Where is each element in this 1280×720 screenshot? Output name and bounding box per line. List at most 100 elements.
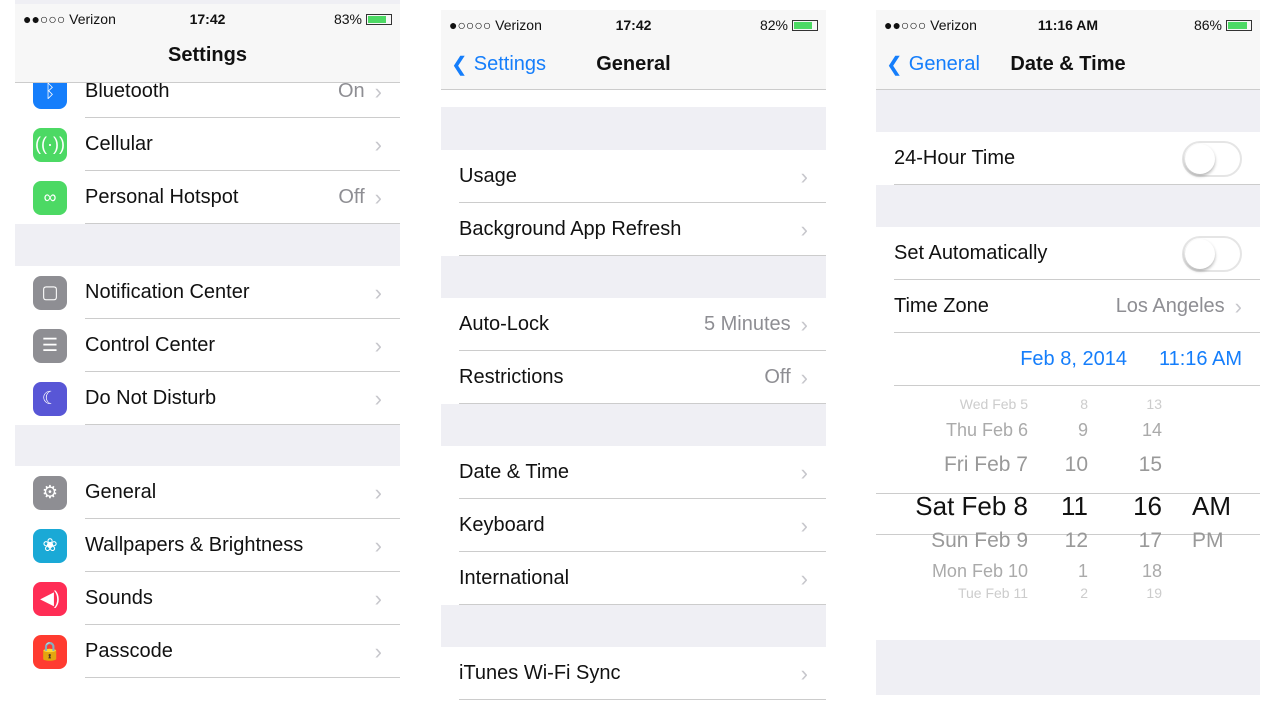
settings-screen: ᛒ Bluetooth On › ((·)) Cellular › ∞ Personal Hot… — [15, 0, 400, 695]
item-label: Sounds — [85, 587, 153, 609]
chevron-right-icon: › — [374, 479, 382, 505]
item-label: Do Not Disturb — [85, 387, 217, 409]
picker-ampm[interactable]: AM — [1192, 491, 1231, 522]
item-label: Set Automatically — [894, 242, 1048, 264]
settings-item-wallpapers-brightness[interactable]: ❀ Wallpapers & Brightness › — [15, 519, 400, 572]
date-time-display[interactable]: Feb 8, 2014 11:16 AM — [876, 333, 1260, 386]
item-value: On — [337, 80, 365, 102]
lock-icon: 🔒 — [33, 634, 67, 669]
general-item-date-time[interactable]: Date & Time › — [441, 446, 826, 499]
item-label: General — [85, 481, 157, 503]
set-automatically-toggle[interactable] — [1182, 235, 1242, 272]
item-label: Background App Refresh — [459, 218, 682, 240]
picker-hour[interactable]: 2 — [1080, 585, 1088, 601]
item-label: Time Zone — [894, 295, 989, 317]
settings-item-control-center[interactable]: ☰ Control Center › — [15, 319, 400, 372]
battery-percent: 82% — [759, 17, 788, 33]
chevron-right-icon: › — [374, 585, 382, 611]
chevron-right-icon: › — [800, 565, 808, 591]
chevron-right-icon: › — [374, 279, 382, 305]
cellular-icon: ((·)) — [33, 127, 67, 162]
notification-icon: ▢ — [33, 275, 67, 310]
general-item-restrictions[interactable]: Restrictions Off › — [441, 351, 826, 404]
general-item-usage[interactable]: Usage › — [441, 150, 826, 203]
nav-bar: Settings — [15, 28, 400, 83]
date-picker[interactable]: Wed Feb 5 8 13 Thu Feb 6 9 14 Fri Feb 7 10 15 Sat… — [876, 386, 1260, 640]
gear-icon: ⚙ — [33, 475, 67, 510]
settings-item-cellular[interactable]: ((·)) Cellular › — [15, 118, 400, 171]
24-hour-time-toggle[interactable] — [1182, 140, 1242, 177]
wallpaper-icon: ❀ — [33, 528, 67, 563]
item-label: 24-Hour Time — [894, 147, 1016, 169]
item-label: International — [459, 567, 570, 589]
picker-minute[interactable]: 19 — [1146, 585, 1162, 601]
item-label: Notification Center — [85, 281, 250, 303]
back-button[interactable]: ❮ Settings — [451, 52, 546, 77]
picker-minute[interactable]: 14 — [1142, 420, 1162, 441]
picker-minute[interactable]: 18 — [1142, 561, 1162, 582]
picker-minute[interactable]: 17 — [1139, 529, 1162, 553]
general-item-keyboard[interactable]: Keyboard › — [441, 499, 826, 552]
24-hour-time[interactable]: 24-Hour Time — [876, 132, 1260, 185]
settings-item-personal-hotspot[interactable]: ∞ Personal Hotspot Off › — [15, 171, 400, 224]
general-item-itunes-wi-fi-sync[interactable]: iTunes Wi-Fi Sync › — [441, 647, 826, 700]
picker-minute[interactable]: 16 — [1133, 491, 1162, 522]
picker-minute[interactable]: 15 — [1139, 453, 1162, 477]
item-label: iTunes Wi-Fi Sync — [459, 662, 621, 684]
general-item-international[interactable]: International › — [441, 552, 826, 605]
picker-hour[interactable]: 1 — [1078, 561, 1088, 582]
status-bar: ●○○○○ Verizon 17:42 82% — [441, 10, 826, 40]
item-value: Off — [764, 366, 791, 388]
picker-hour[interactable]: 8 — [1080, 396, 1088, 412]
chevron-right-icon: › — [800, 660, 808, 686]
picker-minute[interactable]: 13 — [1146, 396, 1162, 412]
control-center-icon: ☰ — [33, 328, 67, 363]
settings-item-sounds[interactable]: ◀) Sounds › — [15, 572, 400, 625]
selected-date: Feb 8, 2014 — [1020, 348, 1127, 370]
page-title: General — [596, 53, 671, 75]
item-label: Control Center — [85, 334, 216, 356]
chevron-right-icon: › — [800, 163, 808, 189]
item-label: Usage — [459, 165, 517, 187]
general-screen: Usage › Background App Refresh › Auto-Lock 5 … — [441, 10, 826, 700]
picker-ampm[interactable]: PM — [1192, 529, 1224, 553]
battery-icon — [1226, 19, 1252, 31]
settings-item-notification-center[interactable]: ▢ Notification Center › — [15, 266, 400, 319]
set-automatically[interactable]: Set Automatically — [876, 227, 1260, 280]
settings-item-passcode[interactable]: 🔒 Passcode › — [15, 625, 400, 678]
picker-day[interactable]: Fri Feb 7 — [944, 453, 1028, 477]
settings-item-do-not-disturb[interactable]: ☾ Do Not Disturb › — [15, 372, 400, 425]
hotspot-icon: ∞ — [33, 180, 67, 215]
chevron-left-icon: ❮ — [886, 54, 903, 76]
page-title: Settings — [168, 43, 247, 66]
battery-icon — [366, 13, 392, 25]
battery-percent: 83% — [333, 11, 362, 27]
battery-percent: 86% — [1193, 17, 1222, 33]
picker-hour[interactable]: 9 — [1078, 420, 1088, 441]
chevron-right-icon: › — [800, 311, 808, 337]
item-label: Wallpapers & Brightness — [85, 534, 304, 556]
chevron-right-icon: › — [374, 332, 382, 358]
chevron-right-icon: › — [374, 385, 382, 411]
back-button[interactable]: ❮ General — [886, 52, 980, 77]
general-item-background-app-refresh[interactable]: Background App Refresh › — [441, 203, 826, 256]
battery-icon — [792, 19, 818, 31]
chevron-right-icon: › — [800, 459, 808, 485]
nav-bar: ❮ Settings General — [441, 40, 826, 90]
picker-hour[interactable]: 10 — [1065, 453, 1088, 477]
picker-hour[interactable]: 12 — [1065, 529, 1088, 553]
general-item-auto-lock[interactable]: Auto-Lock 5 Minutes › — [441, 298, 826, 351]
picker-day[interactable]: Tue Feb 11 — [958, 585, 1028, 601]
picker-hour[interactable]: 11 — [1061, 491, 1088, 522]
picker-day[interactable]: Sat Feb 8 — [915, 491, 1028, 522]
picker-day[interactable]: Mon Feb 10 — [932, 561, 1028, 582]
picker-day[interactable]: Sun Feb 9 — [931, 529, 1028, 553]
chevron-right-icon: › — [374, 532, 382, 558]
picker-day[interactable]: Thu Feb 6 — [946, 420, 1028, 441]
settings-item-general[interactable]: ⚙ General › — [15, 466, 400, 519]
page-title: Date & Time — [1010, 53, 1126, 75]
item-label: Restrictions — [459, 366, 564, 388]
item-value: Off — [338, 186, 365, 208]
picker-day[interactable]: Wed Feb 5 — [960, 396, 1028, 412]
time-zone-row[interactable]: Time Zone Los Angeles › — [876, 280, 1260, 333]
